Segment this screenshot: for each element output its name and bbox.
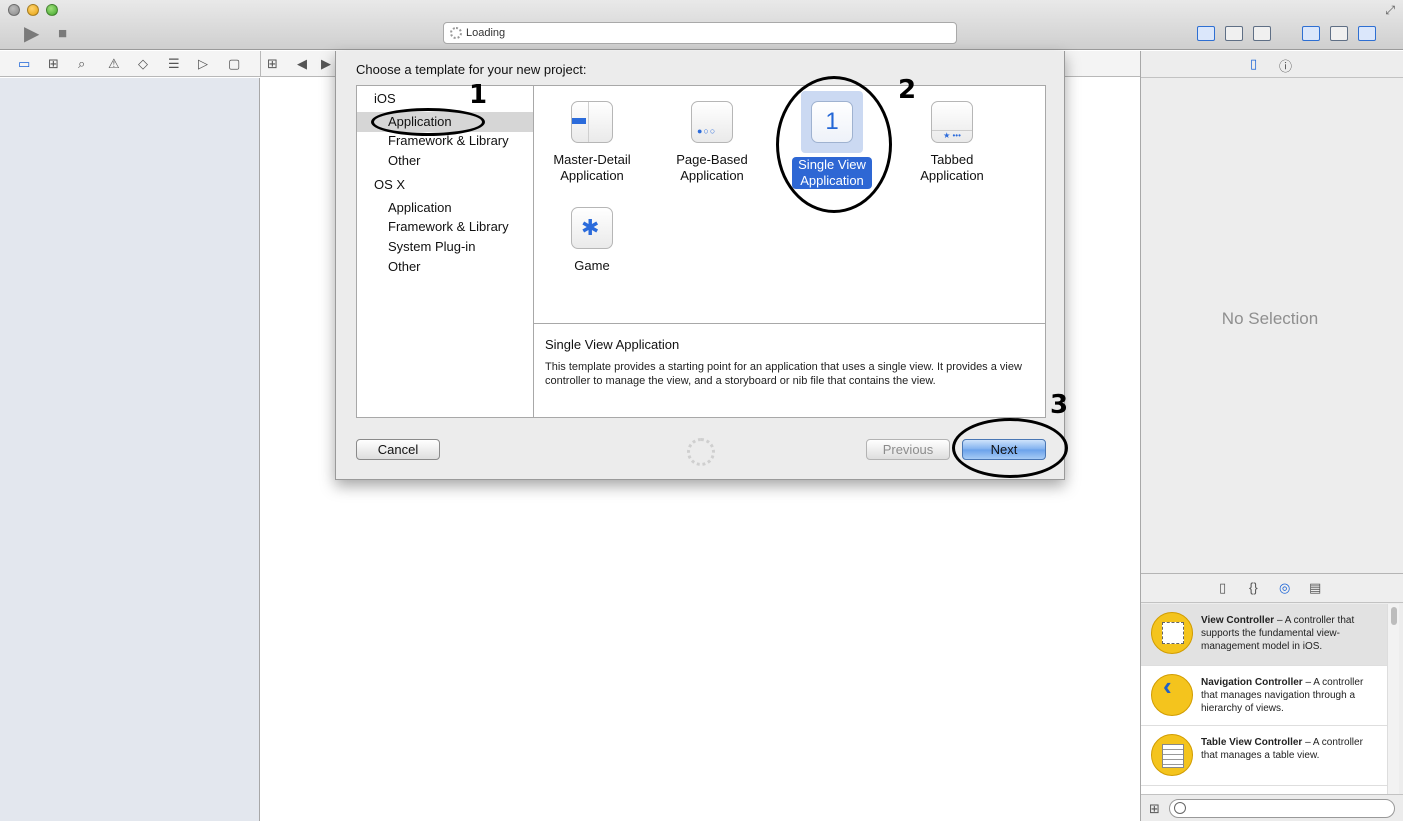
filter-icon (1174, 802, 1186, 814)
window-toolbar: ▶ ■ Loading ⤢ (0, 0, 1403, 50)
category-osx-framework[interactable]: Framework & Library (357, 217, 533, 237)
navigator-pane (0, 78, 260, 821)
category-osx-other[interactable]: Other (357, 257, 533, 277)
page-based-icon: ●○○ (691, 101, 733, 143)
category-group-osx: OS X (374, 177, 406, 192)
list-item[interactable]: Table View Controller – A controller tha… (1141, 726, 1387, 786)
annotation-circle-1 (371, 108, 485, 136)
toggle-utilities-button[interactable] (1358, 26, 1376, 41)
tabbed-icon: ★ ••• (931, 101, 973, 143)
list-item-title: Table View Controller (1201, 737, 1303, 748)
game-icon: ✱ (571, 207, 613, 249)
activity-viewer: Loading (443, 22, 957, 44)
template-tabbed[interactable]: ★ ••• Tabbed Application (892, 101, 1012, 184)
grid-icon[interactable]: ⊞ (267, 56, 278, 72)
template-game[interactable]: ✱ Game (532, 207, 652, 274)
folder-icon[interactable]: ▭ (18, 56, 30, 72)
search-icon[interactable]: ⌕ (78, 56, 85, 72)
progress-spinner-icon (687, 438, 715, 466)
library-filter-input[interactable] (1169, 799, 1395, 818)
description-text: This template provides a starting point … (545, 361, 1022, 387)
code-snippet-icon[interactable]: {} (1249, 580, 1258, 595)
list-item-title: Navigation Controller (1201, 677, 1303, 688)
loading-spinner-icon (450, 27, 462, 39)
version-editor-button[interactable] (1253, 26, 1271, 41)
master-detail-icon (571, 101, 613, 143)
warning-icon[interactable]: ⚠ (108, 56, 120, 72)
window-close-button[interactable] (8, 4, 20, 16)
template-label: Game (574, 258, 610, 273)
play-icon[interactable]: ▶ (24, 24, 39, 44)
diamond-icon[interactable]: ◇ (138, 56, 148, 72)
annotation-circle-2 (776, 76, 892, 213)
template-description: Single View Application This template pr… (533, 323, 1046, 418)
utilities-pane: ▯ ⓘ No Selection ▯ {} ◎ ▤ View Controlle… (1140, 51, 1403, 821)
speech-icon[interactable]: ▢ (228, 56, 240, 72)
annotation-number-2: 2 (898, 75, 917, 105)
library-tabs: ▯ {} ◎ ▤ (1141, 573, 1403, 603)
list-item[interactable]: ‹ Navigation Controller – A controller t… (1141, 666, 1387, 726)
annotation-number-1: 1 (469, 80, 488, 110)
navigation-controller-icon: ‹ (1151, 673, 1193, 716)
library-filter-bar: ⊞ (1141, 794, 1403, 821)
category-osx-application[interactable]: Application (357, 198, 533, 218)
file-template-icon[interactable]: ▯ (1219, 580, 1226, 596)
fullscreen-icon[interactable]: ⤢ (1385, 3, 1395, 18)
object-library-list: View Controller – A controller that supp… (1141, 604, 1387, 794)
toggle-navigator-button[interactable] (1302, 26, 1320, 41)
list-item-title: View Controller (1201, 615, 1275, 626)
toggle-debug-area-button[interactable] (1330, 26, 1348, 41)
template-label: Page-Based Application (676, 152, 748, 183)
table-view-controller-icon (1151, 734, 1193, 776)
help-icon[interactable]: ⓘ (1279, 56, 1292, 75)
forward-arrow-icon[interactable]: ▶ (321, 56, 331, 72)
back-arrow-icon[interactable]: ◀ (297, 56, 307, 72)
inspector-tabs: ▯ ⓘ (1141, 51, 1403, 78)
stop-icon[interactable]: ■ (58, 24, 67, 44)
object-library-icon[interactable]: ◎ (1279, 580, 1290, 596)
previous-button[interactable]: Previous (866, 439, 950, 460)
template-master-detail[interactable]: Master-Detail Application (532, 101, 652, 184)
navigator-selector-bar: ▭ ⊞ ⌕ ⚠ ◇ ☰ ▷ ▢ (0, 51, 260, 77)
no-selection-label: No Selection (1221, 309, 1319, 328)
category-group-ios: iOS (374, 91, 396, 106)
library-scrollbar[interactable] (1387, 604, 1399, 794)
window-minimize-button[interactable] (27, 4, 39, 16)
assistant-editor-button[interactable] (1225, 26, 1243, 41)
annotation-number-3: 3 (1050, 390, 1069, 420)
list-icon[interactable]: ☰ (168, 56, 180, 72)
template-page-based[interactable]: ●○○ Page-Based Application (652, 101, 772, 184)
annotation-circle-3 (952, 418, 1068, 478)
tag-icon[interactable]: ▷ (198, 56, 208, 72)
grid-view-icon[interactable]: ⊞ (1149, 801, 1160, 817)
hierarchy-icon[interactable]: ⊞ (48, 56, 59, 72)
template-label: Master-Detail Application (553, 152, 631, 183)
category-osx-plugin[interactable]: System Plug-in (357, 237, 533, 257)
template-label: Tabbed Application (920, 152, 984, 183)
sheet-title: Choose a template for your new project: (356, 62, 587, 77)
cancel-button[interactable]: Cancel (356, 439, 440, 460)
window-zoom-button[interactable] (46, 4, 58, 16)
description-title: Single View Application (545, 337, 680, 352)
media-library-icon[interactable]: ▤ (1309, 580, 1321, 596)
view-controller-icon (1151, 612, 1193, 654)
standard-editor-button[interactable] (1197, 26, 1215, 41)
activity-text: Loading (466, 27, 506, 39)
list-item[interactable]: View Controller – A controller that supp… (1141, 604, 1387, 666)
file-inspector-icon[interactable]: ▯ (1250, 56, 1257, 72)
category-ios-other[interactable]: Other (357, 151, 533, 171)
